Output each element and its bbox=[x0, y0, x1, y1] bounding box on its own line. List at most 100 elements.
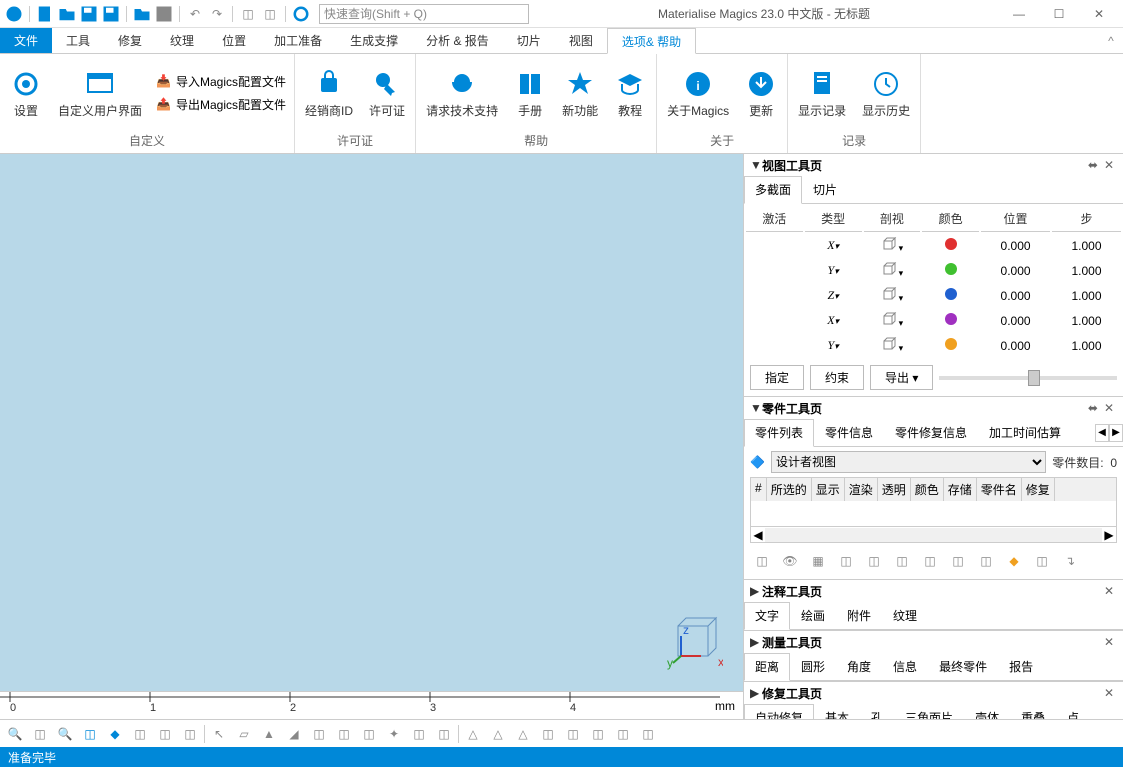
tab-circle[interactable]: 圆形 bbox=[790, 653, 836, 680]
tool-icon[interactable]: ◫ bbox=[129, 723, 151, 745]
dealer-id-button[interactable]: 经销商ID bbox=[301, 66, 357, 121]
tab-triangles[interactable]: 三角面片 bbox=[894, 704, 964, 719]
show-log-button[interactable]: 显示记录 bbox=[794, 66, 850, 121]
import-icon[interactable] bbox=[132, 4, 152, 24]
tool-icon[interactable]: △ bbox=[487, 723, 509, 745]
tab-attach[interactable]: 附件 bbox=[836, 602, 882, 629]
section-row[interactable]: Z▾ ▾ 0.0001.000 bbox=[746, 284, 1121, 307]
tool-icon[interactable]: ◫ bbox=[29, 723, 51, 745]
tab-multi-section[interactable]: 多截面 bbox=[744, 176, 802, 204]
constraint-button[interactable]: 约束 bbox=[810, 365, 864, 390]
section-row[interactable]: X▾ ▾ 0.0001.000 bbox=[746, 234, 1121, 257]
tool-icon[interactable]: ◆ bbox=[1002, 549, 1026, 573]
tool-icon[interactable]: ◫ bbox=[408, 723, 430, 745]
section-row[interactable]: Y▾ ▾ 0.0001.000 bbox=[746, 259, 1121, 282]
tab-final[interactable]: 最终零件 bbox=[928, 653, 998, 680]
tab-options-help[interactable]: 选项& 帮助 bbox=[607, 28, 696, 54]
tab-prep[interactable]: 加工准备 bbox=[260, 28, 336, 53]
tool-icon[interactable]: △ bbox=[512, 723, 534, 745]
tab-file[interactable]: 文件 bbox=[0, 28, 52, 53]
part-panel-header[interactable]: ▼零件工具页 ⬌ ✕ bbox=[744, 397, 1123, 419]
cursor-icon[interactable]: ↖ bbox=[208, 723, 230, 745]
tab-slice[interactable]: 切片 bbox=[503, 28, 555, 53]
pin-icon[interactable]: ⬌ bbox=[1085, 401, 1101, 415]
custom-ui-button[interactable]: 自定义用户界面 bbox=[54, 66, 146, 121]
zoom-icon[interactable]: 🔍 bbox=[4, 723, 26, 745]
minimize-button[interactable]: — bbox=[999, 0, 1039, 28]
tool-icon[interactable]: ◫ bbox=[890, 549, 914, 573]
tool-icon[interactable]: ▱ bbox=[233, 723, 255, 745]
tool-icon[interactable]: ↴ bbox=[1058, 549, 1082, 573]
tool-icon[interactable]: ◫ bbox=[946, 549, 970, 573]
tab-draw[interactable]: 绘画 bbox=[790, 602, 836, 629]
tab-holes[interactable]: 孔 bbox=[860, 704, 894, 719]
tab-slice-view[interactable]: 切片 bbox=[802, 176, 848, 203]
tab-texture[interactable]: 纹理 bbox=[882, 602, 928, 629]
license-button[interactable]: 许可证 bbox=[365, 66, 409, 121]
tab-view[interactable]: 视图 bbox=[555, 28, 607, 53]
tool-icon[interactable]: ◫ bbox=[79, 723, 101, 745]
axis-widget[interactable]: z x y bbox=[663, 611, 723, 671]
fix-header[interactable]: ▶修复工具页✕ bbox=[744, 682, 1123, 704]
tool-icon[interactable]: ◫ bbox=[562, 723, 584, 745]
tool-icon[interactable]: ◫ bbox=[862, 549, 886, 573]
export-button[interactable]: 导出 ▾ bbox=[870, 365, 933, 390]
tab-basic[interactable]: 基本 bbox=[814, 704, 860, 719]
tab-scroll-right[interactable]: ▶ bbox=[1109, 424, 1123, 442]
support-button[interactable]: 请求技术支持 bbox=[422, 66, 502, 121]
tool-icon[interactable]: ◫ bbox=[433, 723, 455, 745]
tool-icon[interactable]: ◫ bbox=[612, 723, 634, 745]
tab-part-fix-info[interactable]: 零件修复信息 bbox=[884, 419, 978, 446]
search-input[interactable]: 快速查询(Shift + Q) bbox=[319, 4, 529, 24]
section-row[interactable]: Y▾ ▾ 0.0001.000 bbox=[746, 334, 1121, 357]
tool-icon[interactable]: ✦ bbox=[383, 723, 405, 745]
tab-time-estimate[interactable]: 加工时间估算 bbox=[978, 419, 1072, 446]
settings-button[interactable]: 设置 bbox=[6, 66, 46, 121]
pin-icon[interactable]: ⬌ bbox=[1085, 158, 1101, 172]
tab-scroll-left[interactable]: ◀ bbox=[1095, 424, 1109, 442]
tab-info[interactable]: 信息 bbox=[882, 653, 928, 680]
update-button[interactable]: 更新 bbox=[741, 66, 781, 121]
tab-position[interactable]: 位置 bbox=[208, 28, 260, 53]
saveas-icon[interactable] bbox=[101, 4, 121, 24]
close-button[interactable]: ✕ bbox=[1079, 0, 1119, 28]
tool-icon[interactable]: ◫ bbox=[179, 723, 201, 745]
tool-icon[interactable]: ◫ bbox=[537, 723, 559, 745]
cube1-icon[interactable]: ◫ bbox=[238, 4, 258, 24]
panel-close-icon[interactable]: ✕ bbox=[1101, 401, 1117, 415]
tool-icon[interactable]: ▦ bbox=[806, 549, 830, 573]
new-icon[interactable] bbox=[35, 4, 55, 24]
tool-icon[interactable]: ◢ bbox=[283, 723, 305, 745]
whatsnew-button[interactable]: 新功能 bbox=[558, 66, 602, 121]
cube2-icon[interactable]: ◫ bbox=[260, 4, 280, 24]
save-icon[interactable] bbox=[79, 4, 99, 24]
export-icon[interactable] bbox=[154, 4, 174, 24]
tool-icon[interactable]: ◫ bbox=[358, 723, 380, 745]
undo-icon[interactable]: ↶ bbox=[185, 4, 205, 24]
tutorial-button[interactable]: 教程 bbox=[610, 66, 650, 121]
tab-points[interactable]: 点 bbox=[1056, 704, 1090, 719]
measure-header[interactable]: ▶测量工具页✕ bbox=[744, 631, 1123, 653]
manual-button[interactable]: 手册 bbox=[510, 66, 550, 121]
tool-icon[interactable]: 🔍 bbox=[54, 723, 76, 745]
view-select[interactable]: 设计者视图 bbox=[771, 451, 1046, 473]
scroll-right-icon[interactable]: ▶ bbox=[1102, 528, 1116, 542]
section-row[interactable]: X▾ ▾ 0.0001.000 bbox=[746, 309, 1121, 332]
app-icon[interactable] bbox=[4, 4, 24, 24]
tab-overlap[interactable]: 重叠 bbox=[1010, 704, 1056, 719]
gear-icon[interactable] bbox=[291, 4, 311, 24]
tab-angle[interactable]: 角度 bbox=[836, 653, 882, 680]
part-table[interactable]: #所选的显示渲染透明颜色存储零件名修复 bbox=[750, 477, 1117, 527]
tab-part-list[interactable]: 零件列表 bbox=[744, 419, 814, 447]
view-panel-header[interactable]: ▼ 视图工具页 ⬌ ✕ bbox=[744, 154, 1123, 176]
section-slider[interactable] bbox=[939, 376, 1117, 380]
tab-support[interactable]: 生成支撑 bbox=[336, 28, 412, 53]
tool-icon[interactable]: ◫ bbox=[750, 549, 774, 573]
ribbon-collapse-icon[interactable]: ^ bbox=[1099, 28, 1123, 53]
tool-icon[interactable]: ◫ bbox=[918, 549, 942, 573]
redo-icon[interactable]: ↷ bbox=[207, 4, 227, 24]
tool-icon[interactable]: ◫ bbox=[587, 723, 609, 745]
import-config-button[interactable]: 📥导入Magics配置文件 bbox=[154, 71, 288, 92]
tab-text[interactable]: 文字 bbox=[744, 602, 790, 630]
scroll-left-icon[interactable]: ◀ bbox=[751, 528, 765, 542]
